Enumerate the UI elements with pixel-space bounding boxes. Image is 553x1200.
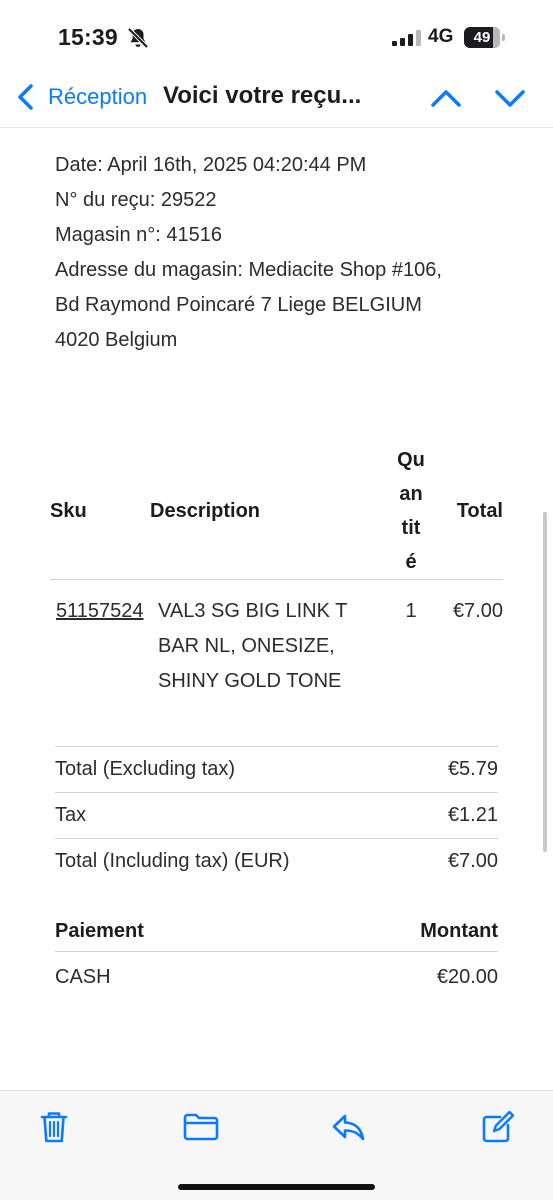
payment-amount-header: Montant	[420, 920, 498, 942]
item-total: €7.00	[452, 600, 503, 622]
tax-value: €1.21	[447, 804, 498, 826]
back-button[interactable]: Réception	[48, 84, 147, 110]
subtotal-value: €5.79	[447, 758, 498, 780]
bell-slash-icon	[127, 27, 149, 49]
tax-row: Tax €1.21	[55, 792, 498, 838]
home-indicator[interactable]	[178, 1184, 375, 1190]
grand-total-label: Total (Including tax) (EUR)	[55, 850, 290, 872]
payment-amount: €20.00	[436, 965, 498, 988]
compose-icon[interactable]	[478, 1107, 518, 1147]
payment-row: CASH €20.00	[55, 952, 498, 1002]
grand-total-value: €7.00	[447, 850, 498, 872]
header-sku: Sku	[50, 499, 87, 522]
store-address-line-1: Adresse du magasin: Mediacite Shop #106,	[55, 259, 442, 281]
payment-section: Paiement Montant CASH €20.00	[55, 912, 498, 1002]
table-row: 51157524 VAL3 SG BIG LINK T BAR NL, ONES…	[50, 580, 503, 700]
tax-label: Tax	[55, 804, 87, 826]
previous-message-icon[interactable]	[429, 86, 463, 110]
grand-total-row: Total (Including tax) (EUR) €7.00	[55, 838, 498, 884]
receipt-number: N° du reçu: 29522	[55, 189, 217, 211]
signal-icon	[392, 30, 421, 46]
bottom-toolbar	[0, 1090, 553, 1200]
next-message-icon[interactable]	[493, 86, 527, 110]
store-address-line-3: 4020 Belgium	[55, 329, 178, 351]
status-time: 15:39	[58, 24, 118, 50]
header-total: Total	[456, 499, 503, 522]
message-subject: Voici votre reçu...	[163, 82, 362, 109]
payment-method: CASH	[55, 965, 111, 988]
battery-level: 49	[473, 29, 491, 46]
totals-summary: Total (Excluding tax) €5.79 Tax €1.21 To…	[55, 746, 498, 884]
reply-icon[interactable]	[329, 1107, 369, 1147]
payment-header: Paiement Montant	[55, 912, 498, 952]
item-sku-link[interactable]: 51157524	[50, 580, 150, 700]
subtotal-label: Total (Excluding tax)	[55, 758, 236, 780]
item-quantity: 1	[405, 600, 417, 622]
message-body[interactable]: Date: April 16th, 2025 04:20:44 PM N° du…	[0, 128, 553, 1090]
header-quantity: Qu an tit é	[397, 449, 425, 573]
network-label: 4G	[428, 26, 454, 47]
item-description: VAL3 SG BIG LINK T BAR NL, ONESIZE, SHIN…	[158, 600, 348, 692]
receipt-details: Date: April 16th, 2025 04:20:44 PM N° du…	[55, 148, 515, 358]
scrollbar[interactable]	[543, 512, 547, 852]
nav-bar: Réception Voici votre reçu...	[0, 68, 553, 128]
folder-icon[interactable]	[181, 1107, 221, 1147]
status-bar: 15:39 4G 49	[0, 0, 553, 68]
trash-icon[interactable]	[34, 1107, 74, 1147]
items-table-header: Sku Description Qu an tit é Total	[50, 443, 503, 580]
back-chevron-icon[interactable]	[16, 82, 36, 112]
receipt-date: Date: April 16th, 2025 04:20:44 PM	[55, 154, 367, 176]
store-number: Magasin n°: 41516	[55, 224, 223, 246]
payment-method-header: Paiement	[55, 920, 144, 942]
subtotal-row: Total (Excluding tax) €5.79	[55, 746, 498, 792]
items-table: Sku Description Qu an tit é Total 511575…	[50, 443, 503, 699]
store-address-line-2: Bd Raymond Poincaré 7 Liege BELGIUM	[55, 294, 422, 316]
battery-icon: 49	[464, 27, 506, 48]
header-description: Description	[150, 499, 261, 522]
